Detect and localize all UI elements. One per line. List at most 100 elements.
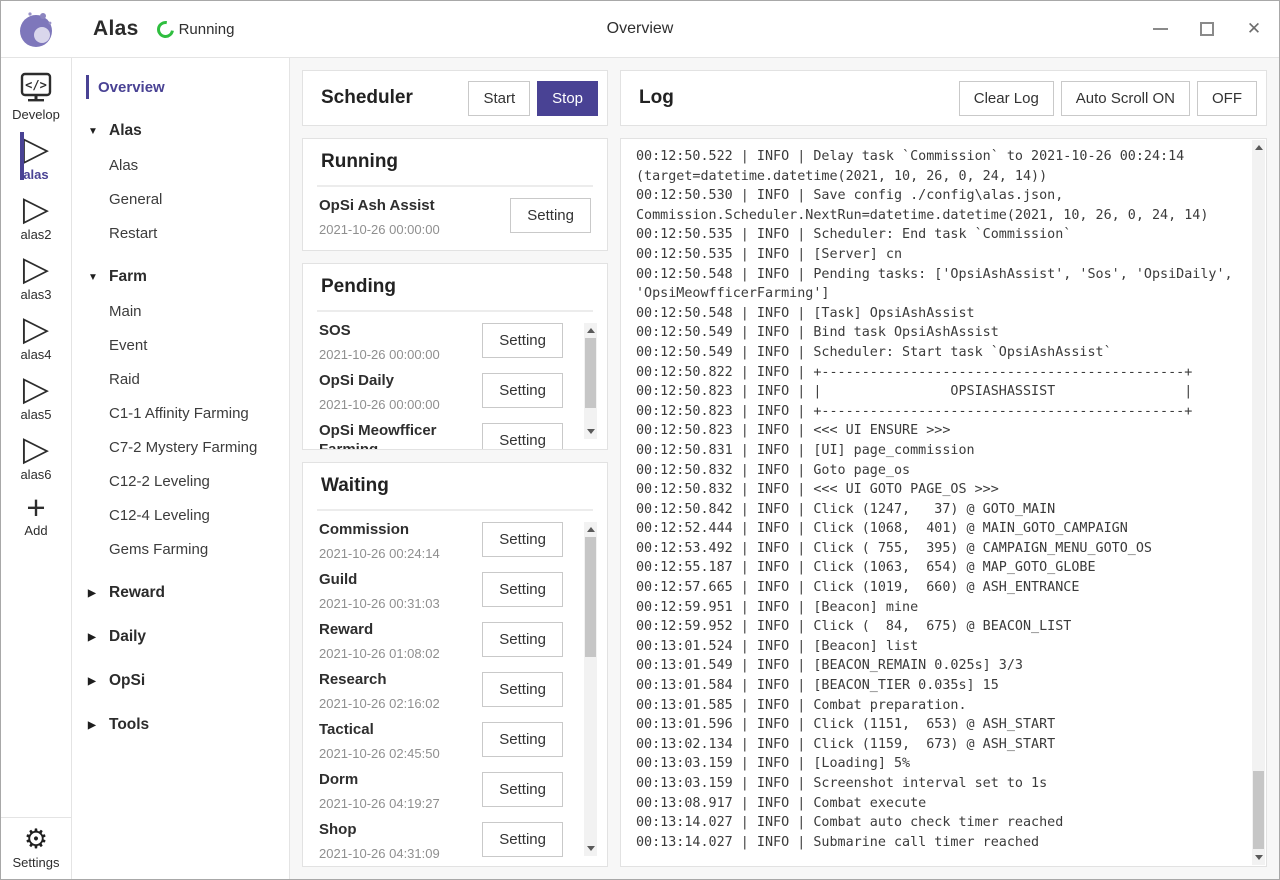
rail-item-label: Add — [1, 523, 71, 538]
maximize-icon — [1200, 22, 1214, 36]
scrollbar-thumb[interactable] — [585, 537, 596, 657]
rail-item-add[interactable]: + Add — [1, 488, 71, 544]
task-setting-button[interactable]: Setting — [482, 423, 563, 450]
nav-item-general[interactable]: General — [72, 182, 289, 216]
task-info: Research2021-10-26 02:16:02 — [319, 670, 440, 711]
nav-group-label: Reward — [109, 584, 165, 602]
scheduler-column: Scheduler Start Stop Running OpSi Ash As… — [302, 70, 608, 867]
chevron-collapsed-icon: ▶ — [88, 720, 100, 731]
scroll-up-arrow-icon[interactable] — [584, 523, 597, 536]
task-setting-button[interactable]: Setting — [482, 822, 563, 857]
nav-item-alas[interactable]: Alas — [72, 148, 289, 182]
task-next-run-time: 2021-10-26 02:16:02 — [319, 696, 440, 711]
task-row: OpSi Ash Assist2021-10-26 00:00:00Settin… — [319, 187, 591, 237]
log-scrollbar[interactable] — [1252, 140, 1265, 865]
nav-item-label: Main — [109, 303, 142, 320]
rail-item-develop[interactable]: </> Develop — [1, 66, 71, 128]
task-row: OpSi Daily2021-10-26 00:00:00Setting — [319, 362, 563, 412]
app-logo-icon — [17, 10, 55, 48]
rail-item-alas2[interactable]: ▷alas2 — [20, 188, 51, 248]
nav-group-label: Farm — [109, 268, 147, 286]
nav-item-c12-4-leveling[interactable]: C12-4 Leveling — [72, 498, 289, 532]
task-setting-button[interactable]: Setting — [482, 373, 563, 408]
task-next-run-time: 2021-10-26 00:00:00 — [319, 347, 440, 362]
clear-log-button[interactable]: Clear Log — [959, 81, 1054, 116]
nav-item-overview[interactable]: Overview — [72, 70, 289, 104]
task-setting-button[interactable]: Setting — [482, 323, 563, 358]
task-setting-button[interactable]: Setting — [482, 672, 563, 707]
maximize-button[interactable] — [1198, 20, 1216, 38]
scroll-up-arrow-icon[interactable] — [1252, 141, 1265, 154]
scrollbar-thumb[interactable] — [1253, 771, 1264, 849]
close-button[interactable]: ✕ — [1245, 20, 1263, 38]
rail-item-alas5[interactable]: ▷alas5 — [20, 368, 51, 428]
log-line: 00:12:57.665 | INFO | Click (1019, 660) … — [636, 578, 1242, 598]
nav-item-gems-farming[interactable]: Gems Farming — [72, 532, 289, 566]
scrollbar-thumb[interactable] — [585, 338, 596, 408]
pending-card: Pending SOS2021-10-26 00:00:00SettingOpS… — [302, 263, 608, 450]
nav-group-alas[interactable]: ▼Alas — [72, 114, 289, 148]
task-name: OpSi Meowfficer Farming — [319, 421, 482, 450]
nav-item-event[interactable]: Event — [72, 328, 289, 362]
task-setting-button[interactable]: Setting — [510, 198, 591, 233]
nav-group-farm[interactable]: ▼Farm — [72, 260, 289, 294]
task-next-run-time: 2021-10-26 02:45:50 — [319, 746, 440, 761]
task-next-run-time: 2021-10-26 04:31:09 — [319, 846, 440, 861]
task-name: SOS — [319, 321, 440, 340]
task-info: Commission2021-10-26 00:24:14 — [319, 520, 440, 561]
rail-item-settings[interactable]: ⚙ Settings — [1, 817, 71, 879]
nav-item-raid[interactable]: Raid — [72, 362, 289, 396]
nav-group-reward[interactable]: ▶Reward — [72, 576, 289, 610]
log-line: 00:12:50.535 | INFO | [Server] cn — [636, 245, 1242, 265]
auto-scroll-on-button[interactable]: Auto Scroll ON — [1061, 81, 1190, 116]
stop-button[interactable]: Stop — [537, 81, 598, 116]
task-info: Shop2021-10-26 04:31:09 — [319, 820, 440, 861]
log-line: 00:12:50.831 | INFO | [UI] page_commissi… — [636, 441, 1242, 461]
waiting-scrollbar[interactable] — [584, 522, 597, 856]
play-icon: ▷ — [20, 192, 51, 226]
develop-code-monitor-icon: </> — [1, 70, 71, 106]
gear-icon: ⚙ — [1, 825, 71, 855]
task-setting-button[interactable]: Setting — [482, 572, 563, 607]
task-next-run-time: 2021-10-26 00:31:03 — [319, 596, 440, 611]
rail-item-alas6[interactable]: ▷alas6 — [20, 428, 51, 488]
rail-item-alas3[interactable]: ▷alas3 — [20, 248, 51, 308]
task-setting-button[interactable]: Setting — [482, 722, 563, 757]
nav-item-label: Raid — [109, 371, 140, 388]
log-line: 00:12:50.548 | INFO | Pending tasks: ['O… — [636, 265, 1242, 285]
nav-item-label: C1-1 Affinity Farming — [109, 405, 249, 422]
nav-sidebar: Overview ▼AlasAlasGeneralRestart ▼Farm Main… — [72, 58, 290, 879]
log-column: Log Clear Log Auto Scroll ON OFF 00:12:5… — [620, 70, 1267, 867]
log-line: 00:12:50.823 | INFO | | OPSIASHASSIST | — [636, 382, 1242, 402]
task-setting-button[interactable]: Setting — [482, 522, 563, 557]
scroll-up-arrow-icon[interactable] — [584, 324, 597, 337]
scroll-down-arrow-icon[interactable] — [584, 842, 597, 855]
nav-group-daily[interactable]: ▶Daily — [72, 620, 289, 654]
play-icon: ▷ — [20, 432, 51, 466]
log-line: 00:13:01.549 | INFO | [BEACON_REMAIN 0.0… — [636, 656, 1242, 676]
log-line: (target=datetime.datetime(2021, 10, 26, … — [636, 167, 1242, 187]
pending-scrollbar[interactable] — [584, 323, 597, 439]
nav-group-tools[interactable]: ▶Tools — [72, 708, 289, 742]
app-window: Alas Running Overview ✕ </> Develop — [0, 0, 1280, 880]
instance-rail: </> Develop ▷alas▷alas2▷alas3▷alas4▷alas… — [1, 58, 72, 879]
scroll-down-arrow-icon[interactable] — [1252, 851, 1265, 864]
minimize-button[interactable] — [1151, 20, 1169, 38]
scroll-down-arrow-icon[interactable] — [584, 425, 597, 438]
log-line: 00:13:14.027 | INFO | Combat auto check … — [636, 813, 1242, 833]
scheduler-panel-header: Scheduler Start Stop — [302, 70, 608, 126]
nav-item-c12-2-leveling[interactable]: C12-2 Leveling — [72, 464, 289, 498]
task-setting-button[interactable]: Setting — [482, 772, 563, 807]
nav-item-main[interactable]: Main — [72, 294, 289, 328]
rail-item-alas4[interactable]: ▷alas4 — [20, 308, 51, 368]
start-button[interactable]: Start — [468, 81, 530, 116]
nav-item-restart[interactable]: Restart — [72, 216, 289, 250]
nav-item-c1-1-affinity-farming[interactable]: C1-1 Affinity Farming — [72, 396, 289, 430]
task-name: Reward — [319, 620, 440, 639]
auto-scroll-off-button[interactable]: OFF — [1197, 81, 1257, 116]
nav-group-opsi[interactable]: ▶OpSi — [72, 664, 289, 698]
task-setting-button[interactable]: Setting — [482, 622, 563, 657]
task-info: SOS 2021-10-26 00:00:00 — [319, 321, 440, 362]
rail-item-alas[interactable]: ▷alas — [20, 128, 51, 188]
nav-item-c7-2-mystery-farming[interactable]: C7-2 Mystery Farming — [72, 430, 289, 464]
